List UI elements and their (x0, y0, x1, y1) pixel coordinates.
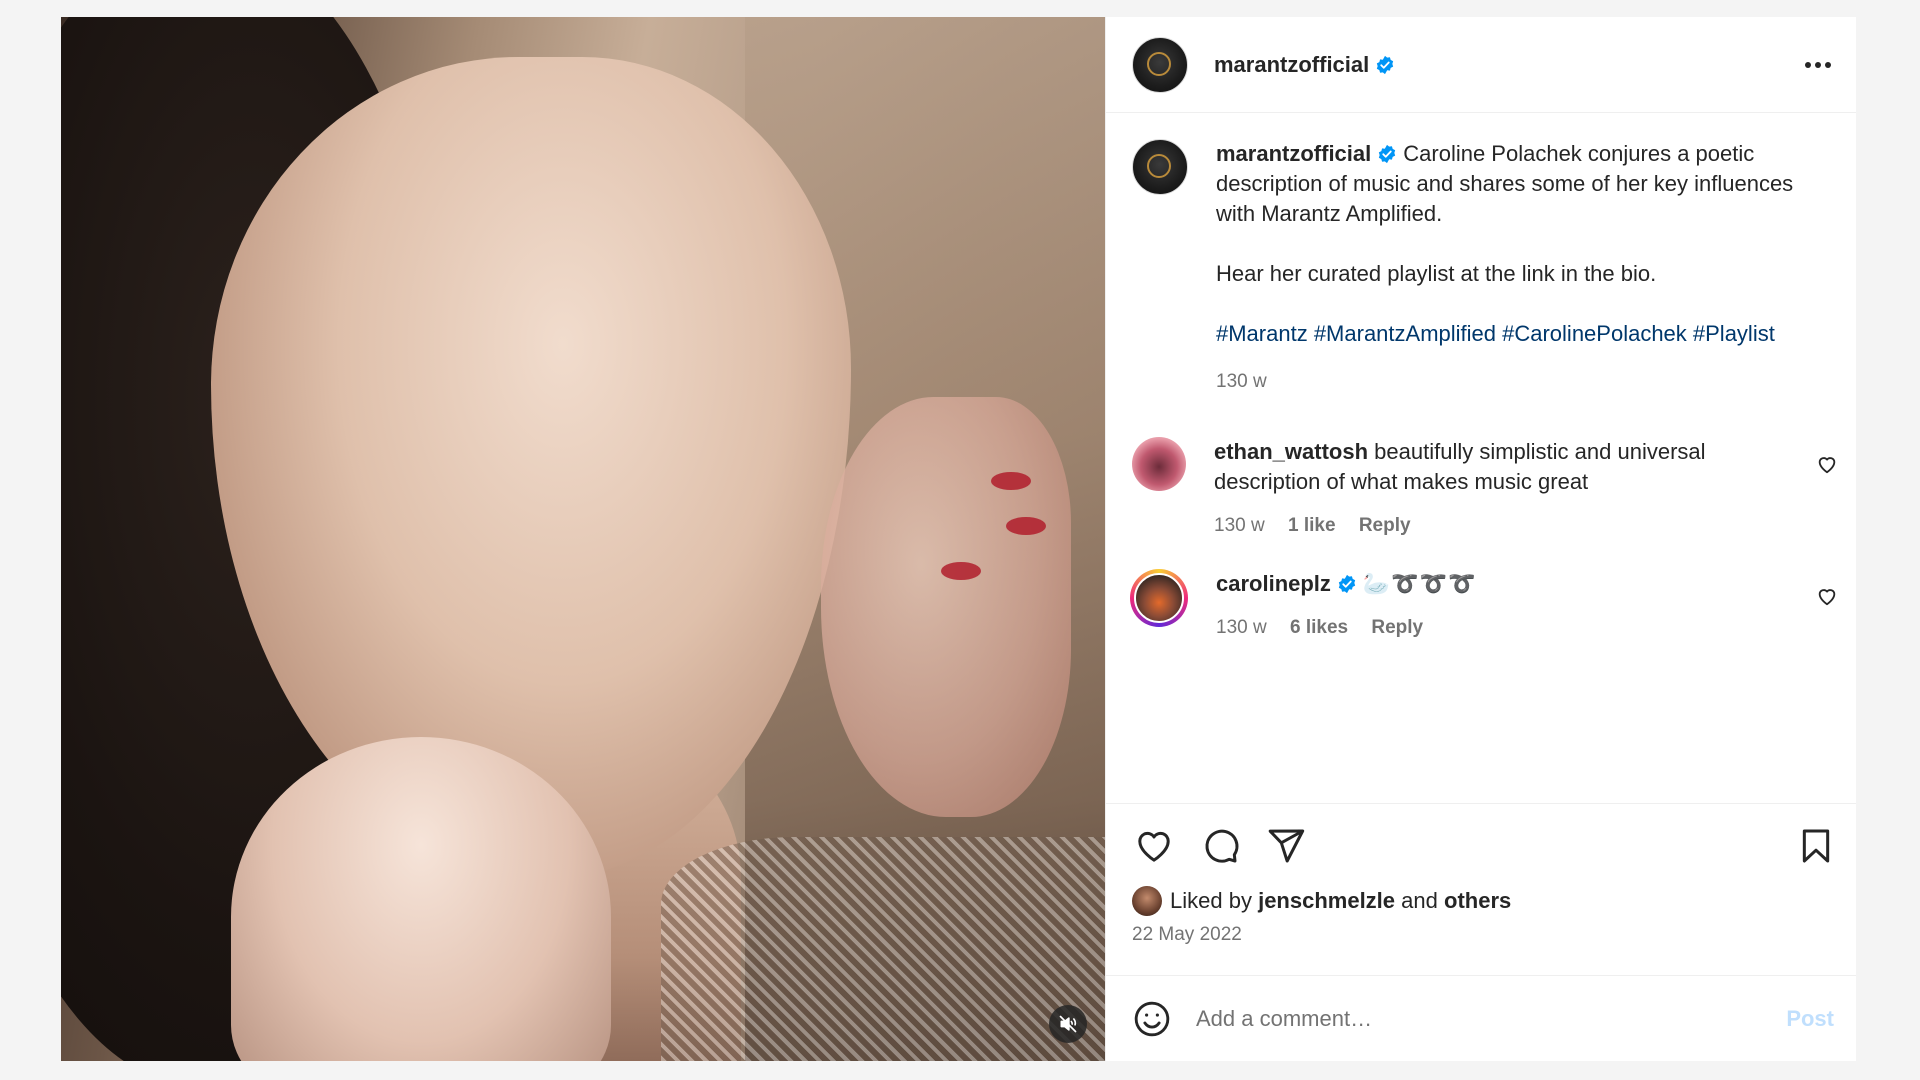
comment-item: carolineplz 🦢➰➰➰ 130 w 6 likes Reply (1130, 569, 1838, 643)
comment-bubble-icon (1205, 829, 1239, 863)
reply-button[interactable]: Reply (1359, 515, 1411, 536)
post-panel: marantzofficial marantzofficial Caroline… (1105, 17, 1856, 1061)
author-avatar[interactable] (1132, 36, 1188, 93)
comment-username[interactable]: ethan_wattosh (1214, 439, 1368, 464)
comment-likes[interactable]: 1 like (1288, 515, 1336, 536)
post-video[interactable] (61, 17, 1105, 1061)
comment-input[interactable] (1194, 1004, 1787, 1033)
emoji-smile-icon (1134, 1001, 1170, 1036)
author-username[interactable]: marantzofficial (1214, 52, 1369, 78)
reply-button[interactable]: Reply (1371, 617, 1423, 638)
heart-icon (1138, 831, 1170, 862)
like-button[interactable] (1132, 824, 1176, 868)
more-horizontal-icon (1805, 61, 1831, 68)
caption-username[interactable]: marantzofficial (1216, 141, 1371, 166)
comment-like-heart-icon[interactable] (1816, 585, 1838, 607)
comment-like-heart-icon[interactable] (1816, 453, 1838, 475)
liker-avatar[interactable] (1132, 886, 1162, 916)
speaker-muted-icon (1059, 1015, 1077, 1033)
comment-timestamp[interactable]: 130 w (1216, 617, 1267, 638)
caption-avatar[interactable] (1132, 139, 1188, 195)
share-button[interactable] (1264, 824, 1308, 868)
emoji-button[interactable] (1132, 999, 1172, 1039)
post-actions: Liked by jenschmelzle and others 22 May … (1106, 803, 1856, 975)
comment-username[interactable]: carolineplz (1216, 571, 1331, 596)
caption: marantzofficial Caroline Polachek conjure… (1132, 139, 1838, 397)
likes-others-link[interactable]: others (1444, 888, 1511, 914)
verified-badge-icon (1377, 55, 1394, 74)
comment-timestamp[interactable]: 130 w (1214, 515, 1265, 536)
more-options-button[interactable] (1798, 45, 1838, 85)
comments-section: marantzofficial Caroline Polachek conjure… (1106, 113, 1856, 803)
caption-hashtags[interactable]: #Marantz #MarantzAmplified #CarolinePola… (1216, 319, 1798, 349)
verified-badge-icon (1338, 574, 1356, 594)
comment-likes[interactable]: 6 likes (1290, 617, 1348, 638)
post-comment-button[interactable]: Post (1786, 1006, 1834, 1032)
mute-button[interactable] (1049, 1005, 1087, 1043)
commenter-avatar-story-ring[interactable] (1130, 569, 1188, 627)
post-date[interactable]: 22 May 2022 (1132, 924, 1838, 946)
add-comment-bar: Post (1106, 975, 1856, 1061)
commenter-avatar[interactable] (1132, 437, 1186, 491)
comment-text: 🦢➰➰➰ (1362, 571, 1477, 596)
liked-by: Liked by jenschmelzle and others (1132, 886, 1838, 916)
save-button[interactable] (1794, 824, 1838, 868)
comment-item: ethan_wattosh beautifully simplistic and… (1132, 437, 1838, 541)
caption-text-2: Hear her curated playlist at the link in… (1216, 261, 1657, 286)
caption-timestamp[interactable]: 130 w (1216, 371, 1267, 392)
liker-username[interactable]: jenschmelzle (1258, 888, 1395, 914)
post-modal: marantzofficial marantzofficial Caroline… (61, 17, 1856, 1061)
page: marantzofficial marantzofficial Caroline… (0, 0, 1920, 1080)
comment-button[interactable] (1198, 824, 1242, 868)
paper-plane-icon (1268, 829, 1305, 863)
post-header: marantzofficial (1106, 17, 1856, 113)
bookmark-icon (1802, 829, 1830, 863)
verified-badge-icon (1379, 144, 1396, 164)
